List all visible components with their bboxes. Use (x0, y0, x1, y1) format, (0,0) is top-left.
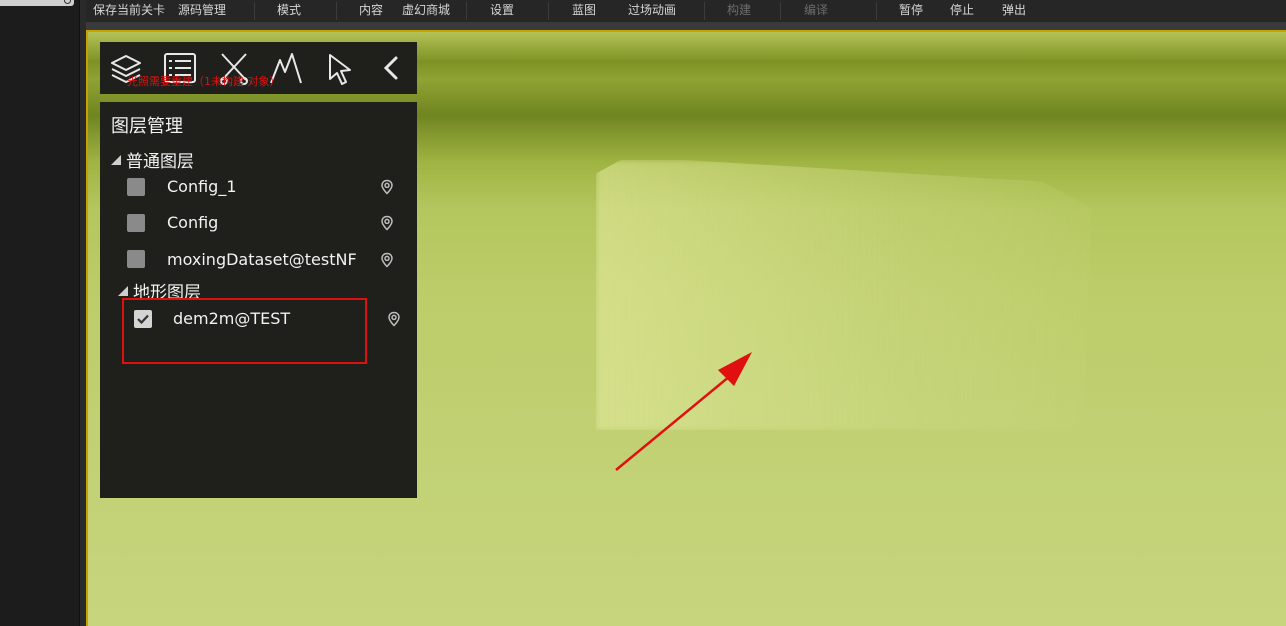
annotation-highlight-box (122, 298, 367, 364)
source-control-button[interactable]: 源码管理 (178, 0, 226, 22)
left-sidebar (0, 0, 80, 626)
stop-button[interactable]: 停止 (950, 0, 974, 22)
locate-icon[interactable] (386, 311, 402, 327)
layer-row[interactable]: Config_1 (100, 172, 417, 202)
group-label: 普通图层 (126, 152, 194, 172)
layer-name: Config (167, 213, 219, 232)
editor-toolbar: 保存当前关卡 源码管理 模式 内容 虚幻商城 设置 蓝图 过场动画 构建 编译 … (86, 0, 1286, 23)
toolbar-divider (336, 2, 337, 20)
layer-name: moxingDataset@testNF (167, 250, 357, 269)
annotation-arrow-icon (615, 352, 752, 471)
eject-button[interactable]: 弹出 (1002, 0, 1026, 22)
cursor-icon[interactable] (322, 50, 358, 86)
pause-button[interactable]: 暂停 (899, 0, 923, 22)
chevron-left-icon[interactable] (374, 50, 410, 86)
layer-visibility-checkbox[interactable] (127, 214, 145, 232)
marketplace-button[interactable]: 虚幻商城 (402, 0, 450, 22)
blueprints-button[interactable]: 蓝图 (572, 0, 596, 22)
layer-visibility-checkbox[interactable] (127, 250, 145, 268)
layer-row[interactable]: Config (100, 208, 417, 238)
locate-icon[interactable] (379, 252, 395, 268)
cinematics-button[interactable]: 过场动画 (628, 0, 676, 22)
toolbar-divider (780, 2, 781, 20)
toolbar-divider (876, 2, 877, 20)
content-button[interactable]: 内容 (359, 0, 383, 22)
expand-triangle-icon[interactable] (111, 154, 121, 165)
save-level-button[interactable]: 保存当前关卡 (93, 0, 165, 22)
layer-row[interactable]: moxingDataset@testNF (100, 244, 417, 274)
toolbar-divider (466, 2, 467, 20)
settings-button[interactable]: 设置 (490, 0, 514, 22)
toolbar-divider (254, 2, 255, 20)
toolbar-border (86, 22, 1286, 30)
layer-name: Config_1 (167, 177, 237, 196)
panel-toolbar: 光照需要重建（1未构建 对象） (100, 42, 417, 94)
locate-icon[interactable] (379, 179, 395, 195)
modes-button[interactable]: 模式 (277, 0, 301, 22)
compile-button[interactable]: 编译 (804, 0, 828, 22)
panel-title: 图层管理 (111, 116, 183, 137)
toolbar-divider (548, 2, 549, 20)
lighting-rebuild-warning: 光照需要重建（1未构建 对象） (127, 75, 281, 88)
toolbar-divider (704, 2, 705, 20)
group-normal-layers[interactable]: 普通图层 (111, 147, 194, 172)
layer-visibility-checkbox[interactable] (127, 178, 145, 196)
build-button[interactable]: 构建 (727, 0, 751, 22)
locate-icon[interactable] (379, 215, 395, 231)
search-field[interactable] (0, 0, 74, 6)
expand-triangle-icon[interactable] (118, 285, 128, 296)
